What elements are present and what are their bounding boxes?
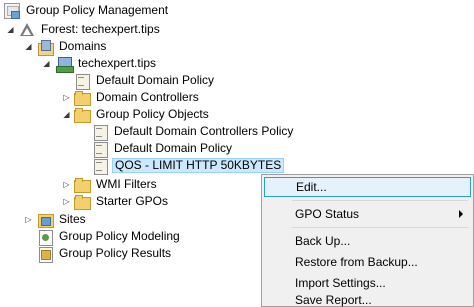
menu-item-save-report[interactable]: Save Report... bbox=[264, 293, 471, 307]
menu-separator bbox=[292, 200, 468, 201]
results-icon bbox=[37, 246, 53, 263]
folder-icon bbox=[74, 194, 91, 210]
tree-node-label: Group Policy Management bbox=[26, 3, 169, 17]
collapse-arrow-icon[interactable]: ◢ bbox=[62, 110, 71, 119]
forest-icon bbox=[19, 22, 35, 38]
menu-item-back-up[interactable]: Back Up... bbox=[264, 231, 471, 251]
tree-node-label: Group Policy Modeling bbox=[59, 229, 180, 243]
domain-icon bbox=[56, 56, 74, 73]
menu-item-label: Import Settings... bbox=[295, 276, 386, 290]
tree-node-label: techexpert.tips bbox=[78, 56, 157, 70]
menu-item-label: Back Up... bbox=[295, 234, 351, 248]
menu-separator bbox=[292, 227, 468, 228]
tree-node-forest[interactable]: Forest: techexpert.tips bbox=[19, 21, 162, 38]
menu-item-gpo-status[interactable]: GPO Status bbox=[264, 204, 471, 224]
expand-arrow-icon[interactable]: ▷ bbox=[62, 197, 71, 206]
menu-item-restore-from-backup[interactable]: Restore from Backup... bbox=[264, 252, 471, 272]
tree-node-sites[interactable]: Sites bbox=[37, 211, 88, 228]
gpo-link-icon bbox=[74, 73, 90, 90]
menu-item-import-settings[interactable]: Import Settings... bbox=[264, 273, 471, 293]
tree-node-group-policy-objects[interactable]: Group Policy Objects bbox=[74, 106, 211, 123]
tree-node-default-domain-policy-link[interactable]: Default Domain Policy bbox=[74, 72, 216, 90]
folder-icon bbox=[74, 177, 91, 193]
menu-item-label: Restore from Backup... bbox=[295, 255, 418, 269]
tree-node-label: Default Domain Controllers Policy bbox=[114, 124, 294, 138]
tree-node-wmi-filters[interactable]: WMI Filters bbox=[74, 176, 159, 193]
tree-node-domains[interactable]: Domains bbox=[37, 38, 108, 56]
collapse-arrow-icon[interactable]: ◢ bbox=[42, 59, 51, 68]
tree-node-starter-gpos[interactable]: Starter GPOs bbox=[74, 193, 170, 210]
modeling-icon bbox=[37, 229, 53, 246]
expand-arrow-icon[interactable]: ▷ bbox=[24, 215, 33, 224]
tree-node-gp-results[interactable]: Group Policy Results bbox=[37, 245, 173, 263]
ou-folder-icon bbox=[74, 90, 91, 106]
tree-node-label: Domain Controllers bbox=[96, 90, 199, 104]
menu-item-label: Save Report... bbox=[295, 293, 372, 307]
gpo-icon bbox=[92, 141, 108, 158]
collapse-arrow-icon[interactable]: ◢ bbox=[24, 42, 33, 51]
collapse-arrow-icon[interactable]: ◢ bbox=[6, 25, 15, 34]
tree-node-label: Group Policy Objects bbox=[96, 107, 209, 121]
expand-arrow-icon[interactable]: ▷ bbox=[62, 180, 71, 189]
tree-node-domain[interactable]: techexpert.tips bbox=[56, 55, 158, 73]
tree-node-gpo-default-dc-policy[interactable]: Default Domain Controllers Policy bbox=[92, 123, 295, 141]
tree-node-label: Default Domain Policy bbox=[114, 141, 233, 155]
gpo-icon bbox=[92, 124, 108, 141]
tree-node-label: Default Domain Policy bbox=[96, 73, 215, 87]
tree-node-label: Forest: techexpert.tips bbox=[41, 22, 160, 36]
submenu-arrow-icon bbox=[459, 210, 463, 218]
tree-node-label: Domains bbox=[59, 39, 107, 53]
menu-item-label: Edit... bbox=[296, 180, 327, 194]
menu-item-edit[interactable]: Edit... bbox=[264, 177, 471, 197]
tree-node-label: Sites bbox=[59, 212, 86, 226]
gpo-icon bbox=[92, 158, 108, 175]
tree-node-label: QOS - LIMIT HTTP 50KBYTES bbox=[112, 158, 285, 173]
menu-item-label: GPO Status bbox=[295, 207, 360, 221]
tree-node-label: Group Policy Results bbox=[59, 246, 172, 260]
context-menu: Edit... GPO Status Back Up... Restore fr… bbox=[261, 174, 474, 307]
tree-node-label: Starter GPOs bbox=[96, 194, 169, 208]
domains-icon bbox=[37, 39, 54, 56]
sites-icon bbox=[37, 212, 54, 228]
gpm-console-icon bbox=[4, 2, 20, 19]
tree-node-gpo-qos-selected[interactable]: QOS - LIMIT HTTP 50KBYTES bbox=[92, 157, 285, 175]
tree-node-domain-controllers[interactable]: Domain Controllers bbox=[74, 89, 201, 106]
tree-node-gp-modeling[interactable]: Group Policy Modeling bbox=[37, 228, 182, 246]
tree-node-gpo-default-domain-policy[interactable]: Default Domain Policy bbox=[92, 140, 234, 158]
tree-node-label: WMI Filters bbox=[96, 177, 157, 191]
expand-arrow-icon[interactable]: ▷ bbox=[62, 93, 71, 102]
tree-node-root[interactable]: Group Policy Management bbox=[4, 2, 170, 19]
folder-icon bbox=[74, 107, 91, 123]
